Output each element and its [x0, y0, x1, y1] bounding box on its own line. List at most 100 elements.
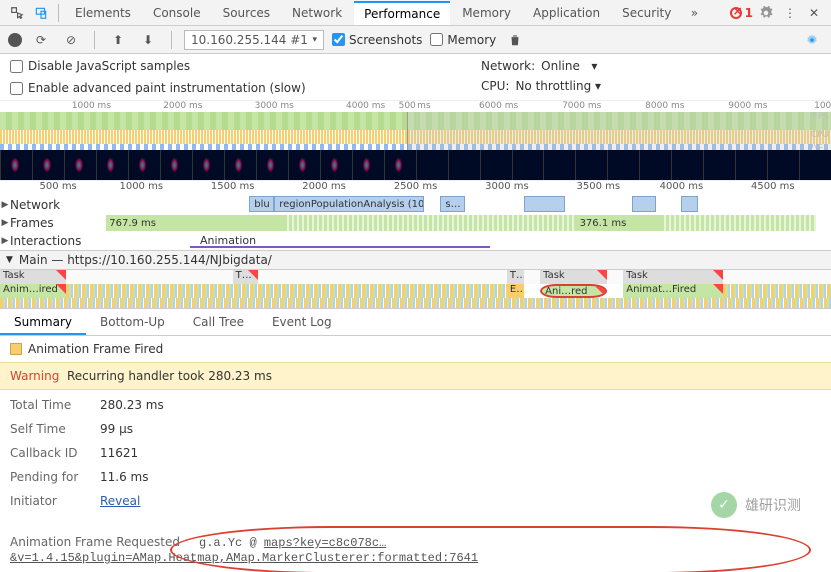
screenshot-thumb[interactable] — [32, 150, 64, 180]
screenshot-thumb[interactable] — [0, 150, 32, 180]
kebab-menu-icon[interactable]: ⋮ — [779, 2, 801, 24]
screenshot-thumb[interactable] — [735, 150, 767, 180]
screenshot-thumb[interactable] — [512, 150, 544, 180]
screenshot-thumb[interactable] — [384, 150, 416, 180]
upload-icon[interactable]: ⬆ — [107, 29, 129, 51]
expand-icon[interactable]: ▶ — [0, 236, 10, 246]
network-bar[interactable]: regionPopulationAnalysis (10… — [274, 196, 424, 212]
network-throttle-select[interactable]: Online ▾ — [541, 59, 621, 73]
task-bar[interactable]: Task — [623, 270, 723, 284]
flame-lower-rows[interactable] — [0, 298, 831, 308]
screenshots-label: Screenshots — [349, 33, 422, 47]
interactions-track[interactable]: ▶ Interactions Animation — [0, 232, 831, 250]
trash-icon[interactable] — [504, 29, 526, 51]
expand-icon[interactable]: ▶ — [0, 200, 10, 210]
network-bar[interactable]: s… — [440, 196, 465, 212]
tab-memory[interactable]: Memory — [452, 2, 521, 24]
overview-strip[interactable]: FPS CPU NET — [0, 112, 831, 150]
screenshot-thumb[interactable] — [224, 150, 256, 180]
tab-elements[interactable]: Elements — [65, 2, 141, 24]
flame-bar-group[interactable] — [723, 284, 831, 298]
screenshot-thumb[interactable] — [703, 150, 735, 180]
flame-bar[interactable]: Animat…Fired — [623, 284, 723, 298]
frames-track[interactable]: ▶ Frames 767.9 ms 376.1 ms — [0, 214, 831, 232]
tab-event-log[interactable]: Event Log — [258, 309, 346, 335]
screenshot-thumb[interactable] — [288, 150, 320, 180]
close-icon[interactable]: ✕ — [803, 2, 825, 24]
overview-ruler[interactable]: 1000 ms 2000 ms 3000 ms 4000 ms 500 ms 6… — [0, 100, 831, 112]
cpu-throttle-select[interactable]: No throttling ▾ — [515, 79, 601, 93]
device-toggle-icon[interactable] — [30, 2, 52, 24]
tick: 1000 ms — [119, 181, 163, 192]
screenshot-thumb[interactable] — [575, 150, 607, 180]
tick: 1500 ms — [211, 181, 255, 192]
screenshot-thumb[interactable] — [799, 150, 831, 180]
screenshot-filmstrip[interactable] — [0, 150, 831, 180]
screenshot-thumb[interactable] — [607, 150, 639, 180]
screenshot-thumb[interactable] — [64, 150, 96, 180]
capture-settings-gear-icon[interactable] — [801, 29, 823, 51]
disable-js-samples-checkbox[interactable]: Disable JavaScript samples — [10, 59, 306, 73]
frame-bar[interactable] — [284, 215, 577, 231]
network-bar[interactable] — [632, 196, 657, 212]
memory-checkbox[interactable]: Memory — [430, 33, 496, 47]
screenshots-checkbox[interactable]: Screenshots — [332, 33, 422, 47]
detail-ruler[interactable]: 500 ms 1000 ms 1500 ms 2000 ms 2500 ms 3… — [0, 180, 831, 196]
tab-performance[interactable]: Performance — [354, 1, 450, 25]
reload-icon[interactable]: ⟳ — [30, 29, 52, 51]
inspect-icon[interactable] — [6, 2, 28, 24]
clear-icon[interactable]: ⊘ — [60, 29, 82, 51]
expand-icon[interactable]: ▶ — [0, 218, 10, 228]
screenshot-thumb[interactable] — [671, 150, 703, 180]
screenshot-thumb[interactable] — [352, 150, 384, 180]
screenshot-thumb[interactable] — [448, 150, 480, 180]
network-bar[interactable] — [681, 196, 698, 212]
frame-bar[interactable]: 767.9 ms — [106, 215, 283, 231]
screenshot-thumb[interactable] — [256, 150, 288, 180]
interaction-bar[interactable] — [190, 246, 490, 248]
tab-application[interactable]: Application — [523, 2, 610, 24]
flame-bar[interactable]: Anim…ired — [0, 284, 66, 298]
watermark-icon: ✓ — [711, 492, 737, 518]
frame-bar[interactable] — [661, 215, 815, 231]
self-time-key: Self Time — [10, 422, 100, 436]
screenshot-thumb[interactable] — [767, 150, 799, 180]
screenshot-thumb[interactable] — [639, 150, 671, 180]
flame-bar-selected[interactable]: Ani…red — [540, 284, 606, 298]
network-track[interactable]: ▶ Network blu regionPopulationAnalysis (… — [0, 196, 831, 214]
frame-bar[interactable]: 376.1 ms — [577, 215, 662, 231]
task-bar[interactable]: T… — [233, 270, 258, 284]
tab-console[interactable]: Console — [143, 2, 211, 24]
more-tabs-icon[interactable]: » — [683, 2, 705, 24]
tab-call-tree[interactable]: Call Tree — [179, 309, 258, 335]
download-icon[interactable]: ⬇ — [137, 29, 159, 51]
tab-summary[interactable]: Summary — [0, 309, 86, 335]
tab-security[interactable]: Security — [612, 2, 681, 24]
tab-network[interactable]: Network — [282, 2, 352, 24]
flame-bar[interactable]: E… — [507, 284, 524, 298]
screenshot-thumb[interactable] — [192, 150, 224, 180]
screenshot-thumb[interactable] — [416, 150, 448, 180]
screenshot-thumb[interactable] — [160, 150, 192, 180]
record-button[interactable] — [8, 33, 22, 47]
flame-bar-group[interactable] — [66, 284, 506, 298]
tick: 7000 ms — [562, 101, 601, 111]
tab-sources[interactable]: Sources — [213, 2, 280, 24]
main-thread-header[interactable]: ▼ Main — https://10.160.255.144/NJbigdat… — [0, 250, 831, 270]
error-count-badge[interactable]: 1 — [730, 6, 753, 20]
task-bar[interactable]: Task — [0, 270, 66, 284]
tab-bottom-up[interactable]: Bottom-Up — [86, 309, 179, 335]
screenshot-thumb[interactable] — [128, 150, 160, 180]
task-bar[interactable]: Task — [540, 270, 606, 284]
screenshot-thumb[interactable] — [96, 150, 128, 180]
screenshot-thumb[interactable] — [320, 150, 352, 180]
screenshot-thumb[interactable] — [480, 150, 512, 180]
collapse-icon[interactable]: ▼ — [6, 255, 13, 265]
task-bar[interactable]: T… — [507, 270, 524, 284]
network-bar[interactable] — [524, 196, 566, 212]
network-bar[interactable]: blu — [249, 196, 274, 212]
settings-gear-icon[interactable] — [755, 2, 777, 24]
adv-paint-checkbox[interactable]: Enable advanced paint instrumentation (s… — [10, 81, 306, 95]
recording-picker[interactable]: 10.160.255.144 #1 ▾ — [184, 30, 324, 50]
screenshot-thumb[interactable] — [543, 150, 575, 180]
